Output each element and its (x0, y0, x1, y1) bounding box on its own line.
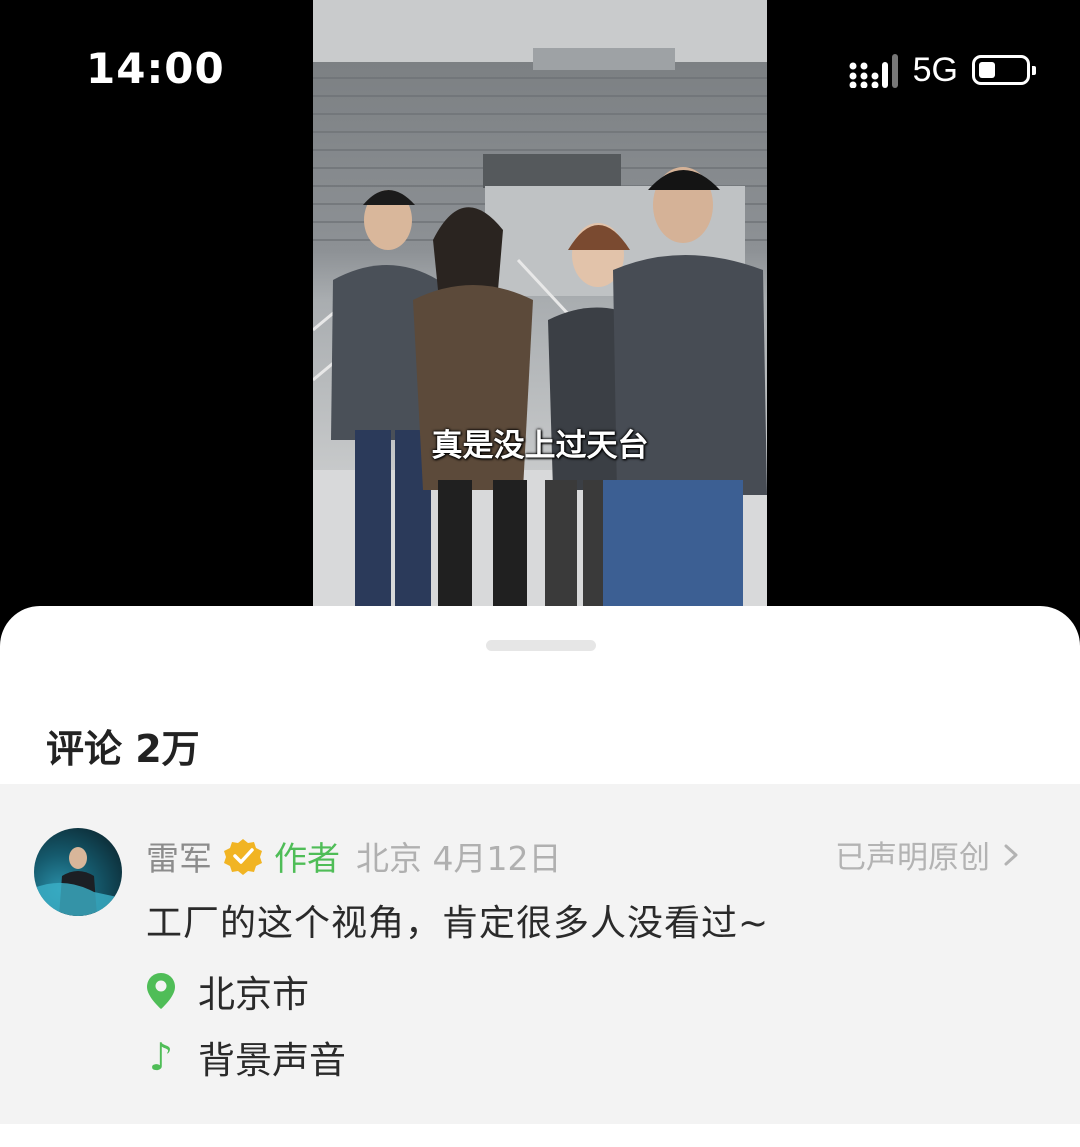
author-comment[interactable]: 雷军 作者 北京 4月12日 已声明原创 工厂的这个视角，肯定很多人没看过~ 北… (0, 784, 1080, 1124)
chevron-right-icon (1004, 844, 1018, 865)
music-link[interactable]: ♪ 背景声音 (146, 1030, 346, 1084)
comment-header: 雷军 作者 北京 4月12日 (146, 832, 561, 880)
location-link[interactable]: 北京市 (146, 964, 309, 1018)
network-type: 5G (912, 50, 958, 89)
avatar[interactable] (34, 828, 122, 916)
video-player[interactable]: 真是没上过天台 (313, 0, 767, 606)
original-statement-label: 已声明原创 (835, 840, 990, 876)
status-time: 14:00 (86, 44, 225, 93)
location-name: 北京市 (198, 973, 309, 1016)
music-note-icon: ♪ (148, 1035, 174, 1079)
video-frame-illustration (313, 48, 767, 606)
sheet-drag-handle[interactable] (486, 640, 596, 651)
verified-badge-icon (224, 839, 262, 875)
comment-location-date: 北京 4月12日 (356, 839, 562, 878)
comment-sheet: 评论 2万 雷军 作者 北京 4月12日 已声明原创 工厂的这个视角，肯定很多人… (0, 606, 1080, 1147)
music-title: 背景声音 (198, 1039, 346, 1082)
author-label: 作者 (274, 839, 340, 878)
username[interactable]: 雷军 (146, 832, 212, 880)
signal-icon (849, 54, 898, 88)
location-pin-icon (147, 973, 175, 1009)
battery-icon (972, 55, 1036, 85)
status-indicators: 5G (849, 50, 1036, 90)
video-subtitle: 真是没上过天台 (431, 428, 649, 464)
comments-title: 评论 2万 (46, 727, 200, 771)
screen: 14:00 5G 真是没上过天台 评论 2万 雷军 作者 北京 4月12日 已声… (0, 0, 1080, 1147)
comment-text: 工厂的这个视角，肯定很多人没看过~ (146, 903, 770, 944)
original-statement-link[interactable]: 已声明原创 (835, 832, 1018, 877)
